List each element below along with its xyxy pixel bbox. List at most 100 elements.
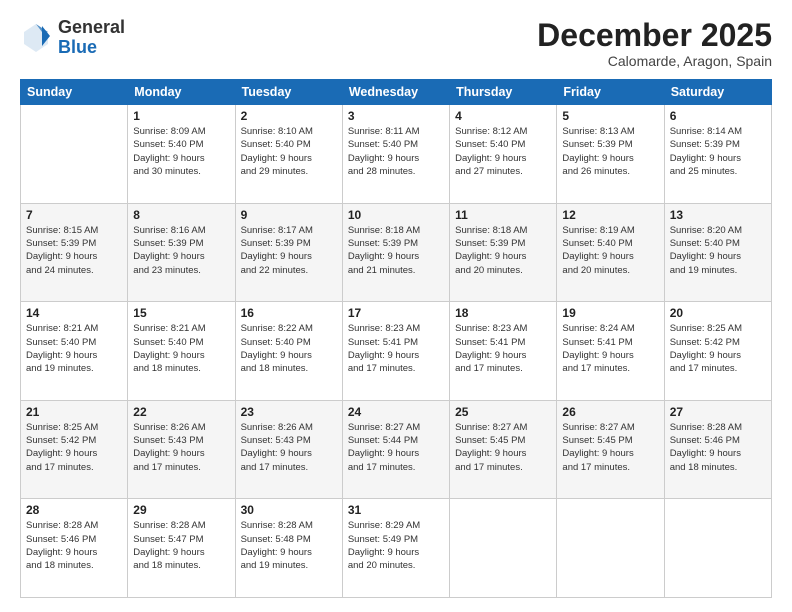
header: General Blue December 2025 Calomarde, Ar… [20, 18, 772, 69]
weekday-header-friday: Friday [557, 80, 664, 105]
day-info: Sunrise: 8:27 AM Sunset: 5:45 PM Dayligh… [455, 421, 551, 474]
page: General Blue December 2025 Calomarde, Ar… [0, 0, 792, 612]
day-number: 30 [241, 503, 337, 517]
day-number: 2 [241, 109, 337, 123]
day-info: Sunrise: 8:16 AM Sunset: 5:39 PM Dayligh… [133, 224, 229, 277]
day-info: Sunrise: 8:12 AM Sunset: 5:40 PM Dayligh… [455, 125, 551, 178]
day-info: Sunrise: 8:25 AM Sunset: 5:42 PM Dayligh… [26, 421, 122, 474]
day-info: Sunrise: 8:28 AM Sunset: 5:48 PM Dayligh… [241, 519, 337, 572]
day-info: Sunrise: 8:19 AM Sunset: 5:40 PM Dayligh… [562, 224, 658, 277]
calendar-cell: 22 Sunrise: 8:26 AM Sunset: 5:43 PM Dayli… [128, 400, 235, 499]
day-number: 27 [670, 405, 766, 419]
day-number: 22 [133, 405, 229, 419]
calendar-cell: 9 Sunrise: 8:17 AM Sunset: 5:39 PM Daylig… [235, 203, 342, 302]
day-number: 15 [133, 306, 229, 320]
weekday-header-row: SundayMondayTuesdayWednesdayThursdayFrid… [21, 80, 772, 105]
calendar-cell: 10 Sunrise: 8:18 AM Sunset: 5:39 PM Dayli… [342, 203, 449, 302]
calendar-cell: 11 Sunrise: 8:18 AM Sunset: 5:39 PM Dayli… [450, 203, 557, 302]
day-number: 20 [670, 306, 766, 320]
day-number: 10 [348, 208, 444, 222]
logo: General Blue [20, 18, 125, 58]
weekday-header-tuesday: Tuesday [235, 80, 342, 105]
weekday-header-monday: Monday [128, 80, 235, 105]
week-row-1: 7 Sunrise: 8:15 AM Sunset: 5:39 PM Daylig… [21, 203, 772, 302]
day-info: Sunrise: 8:15 AM Sunset: 5:39 PM Dayligh… [26, 224, 122, 277]
day-number: 6 [670, 109, 766, 123]
day-info: Sunrise: 8:23 AM Sunset: 5:41 PM Dayligh… [455, 322, 551, 375]
day-number: 1 [133, 109, 229, 123]
day-info: Sunrise: 8:18 AM Sunset: 5:39 PM Dayligh… [455, 224, 551, 277]
day-info: Sunrise: 8:27 AM Sunset: 5:45 PM Dayligh… [562, 421, 658, 474]
day-info: Sunrise: 8:10 AM Sunset: 5:40 PM Dayligh… [241, 125, 337, 178]
calendar-cell: 24Sunrise: 8:27 AM Sunset: 5:44 PM Dayli… [342, 400, 449, 499]
day-number: 12 [562, 208, 658, 222]
week-row-0: 1 Sunrise: 8:09 AM Sunset: 5:40 PM Daylig… [21, 105, 772, 204]
calendar-cell [450, 499, 557, 598]
day-number: 5 [562, 109, 658, 123]
day-info: Sunrise: 8:29 AM Sunset: 5:49 PM Dayligh… [348, 519, 444, 572]
calendar-cell: 12 Sunrise: 8:19 AM Sunset: 5:40 PM Dayli… [557, 203, 664, 302]
day-info: Sunrise: 8:26 AM Sunset: 5:43 PM Dayligh… [133, 421, 229, 474]
calendar-cell: 30 Sunrise: 8:28 AM Sunset: 5:48 PM Dayli… [235, 499, 342, 598]
calendar-cell: 6 Sunrise: 8:14 AM Sunset: 5:39 PM Daylig… [664, 105, 771, 204]
day-number: 11 [455, 208, 551, 222]
day-info: Sunrise: 8:25 AM Sunset: 5:42 PM Dayligh… [670, 322, 766, 375]
weekday-header-wednesday: Wednesday [342, 80, 449, 105]
day-info: Sunrise: 8:22 AM Sunset: 5:40 PM Dayligh… [241, 322, 337, 375]
calendar-cell: 26 Sunrise: 8:27 AM Sunset: 5:45 PM Dayli… [557, 400, 664, 499]
day-number: 19 [562, 306, 658, 320]
day-number: 14 [26, 306, 122, 320]
logo-blue: Blue [58, 37, 97, 57]
day-info: Sunrise: 8:26 AM Sunset: 5:43 PM Dayligh… [241, 421, 337, 474]
day-number: 31 [348, 503, 444, 517]
location: Calomarde, Aragon, Spain [537, 53, 772, 69]
day-number: 8 [133, 208, 229, 222]
day-info: Sunrise: 8:20 AM Sunset: 5:40 PM Dayligh… [670, 224, 766, 277]
calendar-cell: 14 Sunrise: 8:21 AM Sunset: 5:40 PM Dayli… [21, 302, 128, 401]
day-number: 3 [348, 109, 444, 123]
calendar-cell [664, 499, 771, 598]
day-number: 13 [670, 208, 766, 222]
day-info: Sunrise: 8:21 AM Sunset: 5:40 PM Dayligh… [26, 322, 122, 375]
day-number: 7 [26, 208, 122, 222]
calendar-cell: 3 Sunrise: 8:11 AM Sunset: 5:40 PM Daylig… [342, 105, 449, 204]
day-info: Sunrise: 8:14 AM Sunset: 5:39 PM Dayligh… [670, 125, 766, 178]
calendar-cell: 5Sunrise: 8:13 AM Sunset: 5:39 PM Daylig… [557, 105, 664, 204]
calendar-cell: 27Sunrise: 8:28 AM Sunset: 5:46 PM Dayli… [664, 400, 771, 499]
day-number: 25 [455, 405, 551, 419]
logo-text: General Blue [58, 18, 125, 58]
month-title: December 2025 [537, 18, 772, 53]
calendar-cell: 28Sunrise: 8:28 AM Sunset: 5:46 PM Dayli… [21, 499, 128, 598]
calendar-cell: 8 Sunrise: 8:16 AM Sunset: 5:39 PM Daylig… [128, 203, 235, 302]
calendar-cell: 21Sunrise: 8:25 AM Sunset: 5:42 PM Dayli… [21, 400, 128, 499]
day-info: Sunrise: 8:21 AM Sunset: 5:40 PM Dayligh… [133, 322, 229, 375]
calendar-cell: 17Sunrise: 8:23 AM Sunset: 5:41 PM Dayli… [342, 302, 449, 401]
calendar-cell: 18 Sunrise: 8:23 AM Sunset: 5:41 PM Dayli… [450, 302, 557, 401]
calendar-cell: 4Sunrise: 8:12 AM Sunset: 5:40 PM Daylig… [450, 105, 557, 204]
calendar-cell: 20 Sunrise: 8:25 AM Sunset: 5:42 PM Dayli… [664, 302, 771, 401]
day-number: 26 [562, 405, 658, 419]
day-number: 17 [348, 306, 444, 320]
logo-general: General [58, 17, 125, 37]
calendar-cell: 7 Sunrise: 8:15 AM Sunset: 5:39 PM Daylig… [21, 203, 128, 302]
day-number: 18 [455, 306, 551, 320]
day-info: Sunrise: 8:28 AM Sunset: 5:47 PM Dayligh… [133, 519, 229, 572]
day-number: 16 [241, 306, 337, 320]
calendar-cell: 29 Sunrise: 8:28 AM Sunset: 5:47 PM Dayli… [128, 499, 235, 598]
day-number: 9 [241, 208, 337, 222]
day-info: Sunrise: 8:27 AM Sunset: 5:44 PM Dayligh… [348, 421, 444, 474]
day-number: 28 [26, 503, 122, 517]
week-row-2: 14 Sunrise: 8:21 AM Sunset: 5:40 PM Dayli… [21, 302, 772, 401]
calendar-cell [557, 499, 664, 598]
weekday-header-sunday: Sunday [21, 80, 128, 105]
logo-icon [20, 22, 52, 54]
calendar-cell: 31 Sunrise: 8:29 AM Sunset: 5:49 PM Dayli… [342, 499, 449, 598]
calendar-cell: 15 Sunrise: 8:21 AM Sunset: 5:40 PM Dayli… [128, 302, 235, 401]
day-number: 29 [133, 503, 229, 517]
calendar-cell: 19Sunrise: 8:24 AM Sunset: 5:41 PM Dayli… [557, 302, 664, 401]
calendar-cell: 16 Sunrise: 8:22 AM Sunset: 5:40 PM Dayli… [235, 302, 342, 401]
day-info: Sunrise: 8:09 AM Sunset: 5:40 PM Dayligh… [133, 125, 229, 178]
day-info: Sunrise: 8:17 AM Sunset: 5:39 PM Dayligh… [241, 224, 337, 277]
day-info: Sunrise: 8:18 AM Sunset: 5:39 PM Dayligh… [348, 224, 444, 277]
day-info: Sunrise: 8:11 AM Sunset: 5:40 PM Dayligh… [348, 125, 444, 178]
